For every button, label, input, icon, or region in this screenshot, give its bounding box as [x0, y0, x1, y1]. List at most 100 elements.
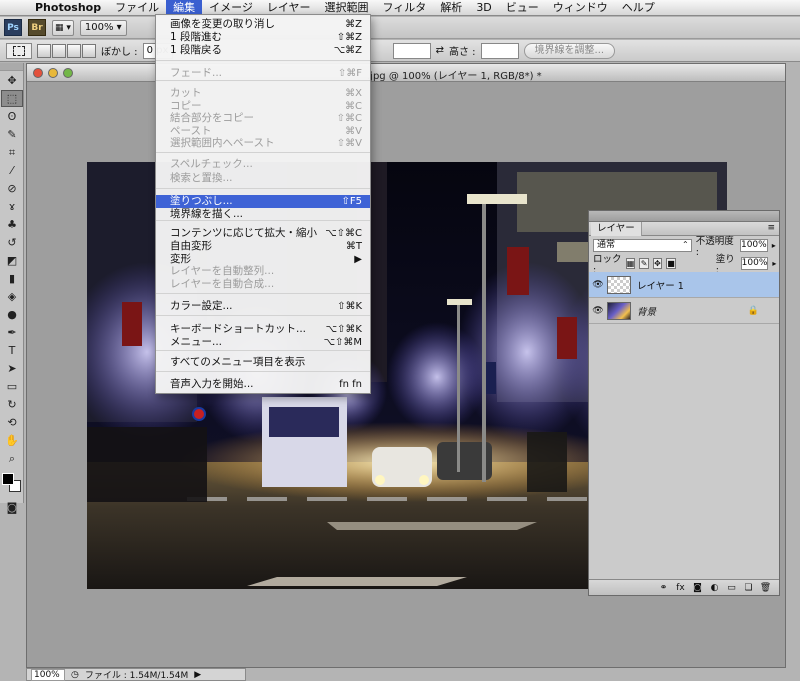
zoom-window-button[interactable] — [63, 68, 73, 78]
gradient-tool-icon[interactable]: ▮ — [1, 270, 23, 287]
menu-item-color-settings[interactable]: カラー設定... ⇧⌘K — [156, 300, 370, 313]
status-export-icon[interactable]: ◷ — [71, 670, 79, 680]
menu-item-cut: カット ⌘X — [156, 87, 370, 100]
height-input[interactable] — [480, 42, 519, 59]
type-tool-icon[interactable]: T — [1, 342, 23, 359]
menu-item-keyboard-shortcuts[interactable]: キーボードショートカット... ⌥⇧⌘K — [156, 323, 370, 336]
swap-icon[interactable]: ⇄ — [436, 45, 444, 56]
brush-tool-icon[interactable]: ɤ — [1, 198, 23, 215]
zoom-tool-icon[interactable]: ⌕ — [1, 450, 23, 467]
marquee-tool-icon[interactable]: ⬚ — [1, 90, 23, 107]
quick-select-tool-icon[interactable]: ✎ — [1, 126, 23, 143]
new-layer-icon[interactable]: ❏ — [743, 582, 754, 593]
eraser-tool-icon[interactable]: ◩ — [1, 252, 23, 269]
pen-tool-icon[interactable]: ✒ — [1, 324, 23, 341]
menu-3d[interactable]: 3D — [469, 0, 498, 16]
link-icon[interactable]: ⚭ — [658, 582, 669, 593]
layer-row-background[interactable]: 👁 背景 🔒 — [589, 298, 779, 324]
lasso-tool-icon[interactable]: ʘ — [1, 108, 23, 125]
tab-layers[interactable]: レイヤー — [591, 222, 642, 236]
intersect-selection-button[interactable] — [82, 43, 96, 58]
menu-item-free-transform[interactable]: 自由変形 ⌘T — [156, 240, 370, 253]
selection-mode-buttons — [37, 43, 96, 58]
adjustment-icon[interactable]: ◐ — [709, 582, 720, 593]
group-icon[interactable]: ▭ — [726, 582, 737, 593]
new-selection-button[interactable] — [37, 43, 51, 58]
document-titlebar[interactable]: .jpg @ 100% (レイヤー 1, RGB/8*) * — [27, 64, 785, 82]
fx-icon[interactable]: fx — [675, 582, 686, 593]
panel-menu-icon[interactable]: ≡ — [767, 223, 775, 233]
color-swatches — [1, 471, 23, 495]
menu-separator — [156, 293, 370, 294]
mac-menu-bar: Photoshop ファイル 編集 イメージ レイヤー 選択範囲 フィルタ 解析… — [0, 0, 800, 16]
lock-pixels-icon[interactable]: ✎ — [639, 257, 649, 269]
status-arrow-icon[interactable]: ▶ — [194, 670, 201, 680]
menu-filter[interactable]: フィルタ — [376, 0, 434, 16]
menu-item-label: 画像を変更の取り消し — [170, 18, 275, 30]
application-bar: Ps Br ▦ ▾ 100% ▾ — [0, 17, 800, 39]
refine-edge-button[interactable]: 境界線を調整... — [523, 42, 616, 59]
layers-panel-header[interactable] — [589, 211, 779, 222]
visibility-eye-icon[interactable]: 👁 — [589, 306, 607, 316]
opacity-slider-icon[interactable]: ▸ — [772, 241, 779, 250]
menu-item-label: フェード... — [170, 67, 223, 79]
shape-tool-icon[interactable]: ▭ — [1, 378, 23, 395]
menu-item-label: スペルチェック... — [170, 158, 253, 170]
layer-thumbnail — [607, 301, 631, 320]
menu-separator — [156, 220, 370, 221]
layer-row-layer1[interactable]: 👁 レイヤー 1 — [589, 272, 779, 298]
menu-analysis[interactable]: 解析 — [433, 0, 469, 16]
add-selection-button[interactable] — [52, 43, 66, 58]
lock-position-icon[interactable]: ✥ — [652, 257, 663, 269]
eyedropper-tool-icon[interactable]: ⁄ — [1, 162, 23, 179]
menu-view[interactable]: ビュー — [499, 0, 546, 16]
history-brush-tool-icon[interactable]: ↺ — [1, 234, 23, 251]
menu-photoshop[interactable]: Photoshop — [28, 0, 108, 16]
menu-item-show-all-menu-items[interactable]: すべてのメニュー項目を表示 — [156, 356, 370, 369]
mask-icon[interactable]: ◙ — [692, 582, 703, 593]
path-select-tool-icon[interactable]: ➤ — [1, 360, 23, 377]
3d-rotate-tool-icon[interactable]: ↻ — [1, 396, 23, 413]
visibility-eye-icon[interactable]: 👁 — [589, 280, 607, 290]
bridge-button[interactable]: Br — [28, 19, 46, 36]
menu-item-redo-step[interactable]: 1 段階進む ⇧⌘Z — [156, 31, 370, 44]
menu-item-fill[interactable]: 塗りつぶし... ⇧F5 — [156, 195, 370, 208]
menu-item-shortcut: ⌘Z — [345, 19, 362, 30]
subtract-selection-button[interactable] — [67, 43, 81, 58]
width-input[interactable] — [392, 42, 431, 59]
clone-stamp-tool-icon[interactable]: ♣ — [1, 216, 23, 233]
opacity-input[interactable]: 100% — [739, 238, 768, 252]
tools-panel-grip[interactable] — [0, 63, 23, 71]
3d-orbit-tool-icon[interactable]: ⟲ — [1, 414, 23, 431]
fill-slider-icon[interactable]: ▸ — [772, 259, 779, 268]
menu-item-menus[interactable]: メニュー... ⌥⇧⌘M — [156, 336, 370, 349]
tool-preset-picker[interactable] — [6, 42, 32, 59]
healing-brush-tool-icon[interactable]: ⊘ — [1, 180, 23, 197]
foreground-color-swatch[interactable] — [2, 473, 14, 485]
menu-help[interactable]: ヘルプ — [615, 0, 662, 16]
zoom-level-dropdown[interactable]: 100% ▾ — [79, 19, 127, 36]
minimize-window-button[interactable] — [48, 68, 58, 78]
dodge-tool-icon[interactable]: ● — [1, 306, 23, 323]
blur-tool-icon[interactable]: ◈ — [1, 288, 23, 305]
menu-item-content-aware-scale[interactable]: コンテンツに応じて拡大・縮小 ⌥⇧⌘C — [156, 227, 370, 240]
menu-item-label: 1 段階進む — [170, 31, 223, 43]
crop-tool-icon[interactable]: ⌗ — [1, 144, 23, 161]
hand-tool-icon[interactable]: ✋ — [1, 432, 23, 449]
menu-item-undo[interactable]: 画像を変更の取り消し ⌘Z — [156, 18, 370, 31]
status-zoom-field[interactable]: 100% — [31, 668, 65, 681]
lock-all-icon[interactable]: ■ — [666, 257, 676, 269]
menu-window[interactable]: ウィンドウ — [546, 0, 615, 16]
menu-item-label: 音声入力を開始... — [170, 378, 254, 390]
quick-mask-icon[interactable]: ◙ — [1, 499, 23, 516]
fill-input[interactable]: 100% — [740, 256, 769, 270]
lock-transparency-icon[interactable]: ▦ — [625, 257, 636, 269]
trash-icon[interactable]: 🗑 — [760, 582, 771, 593]
menu-item-back-step[interactable]: 1 段階戻る ⌥⌘Z — [156, 44, 370, 57]
menu-item-auto-align-layers: レイヤーを自動整列... — [156, 265, 370, 278]
menu-item-start-dictation[interactable]: 音声入力を開始... fn fn — [156, 378, 370, 391]
close-window-button[interactable] — [33, 68, 43, 78]
move-tool-icon[interactable]: ✥ — [1, 72, 23, 89]
layer-name: レイヤー 1 — [637, 280, 684, 292]
view-extras-button[interactable]: ▦ ▾ — [52, 19, 74, 36]
